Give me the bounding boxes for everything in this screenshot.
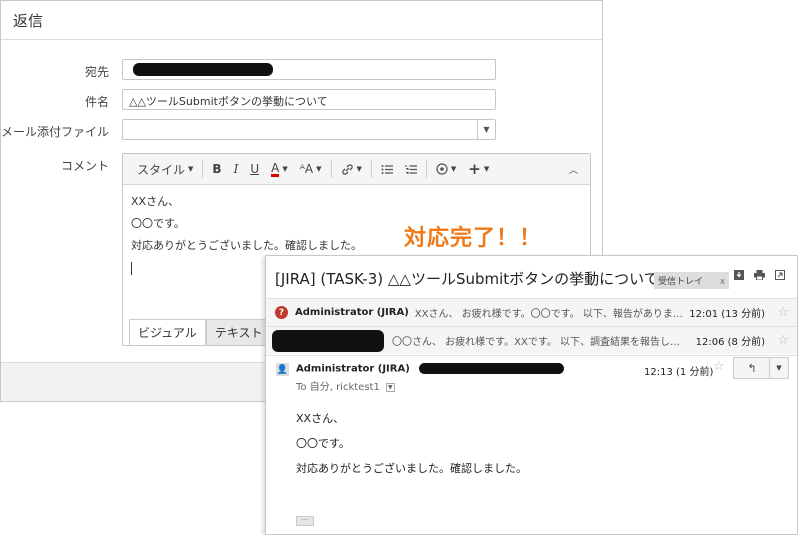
link-button[interactable]: ▼ bbox=[335, 154, 368, 184]
message-sender: Administrator (JIRA) bbox=[295, 307, 409, 318]
email-view: [JIRA] (TASK-3) △△ツールSubmitボタンの挙動について 受信… bbox=[265, 255, 798, 535]
print-icon-glyph bbox=[754, 270, 765, 281]
media-icon bbox=[436, 163, 448, 175]
chevron-down-icon: ▼ bbox=[776, 364, 782, 372]
bold-button[interactable]: B bbox=[206, 154, 227, 184]
chevron-down-icon[interactable]: ▼ bbox=[386, 382, 395, 392]
attachment-select[interactable]: ▼ bbox=[122, 119, 496, 140]
text-color-button[interactable]: A ▼ bbox=[265, 154, 294, 184]
chevron-down-icon: ▼ bbox=[316, 165, 322, 173]
dialog-header: 返信 bbox=[1, 1, 602, 40]
message-snippet: 〇〇さん、 お疲れ様です。XXです。 以下、調査結果を報告し… bbox=[392, 337, 681, 348]
numbered-list-button[interactable] bbox=[399, 154, 423, 184]
reply-button[interactable]: ↰ bbox=[733, 357, 771, 379]
text-color-label: A bbox=[271, 160, 280, 177]
open-message-time: 12:13 (1 分前) bbox=[644, 367, 714, 378]
dialog-title: 返信 bbox=[13, 11, 44, 30]
email-subject: [JIRA] (TASK-3) △△ツールSubmitボタンの挙動について bbox=[275, 268, 682, 289]
message-time: 12:01 (13 分前) bbox=[689, 309, 765, 320]
email-subject-text: [JIRA] (TASK-3) △△ツールSubmitボタンの挙動について bbox=[275, 270, 659, 288]
reply-icon: ↰ bbox=[747, 361, 757, 375]
body-line: 対応ありがとうございました。確認しました。 bbox=[296, 462, 527, 475]
new-window-icon[interactable] bbox=[775, 270, 785, 283]
chevron-down-icon: ▼ bbox=[188, 165, 194, 173]
open-message-sender: Administrator (JIRA) bbox=[296, 363, 565, 375]
underline-button[interactable]: U bbox=[244, 154, 265, 184]
open-message-header: 👤 Administrator (JIRA) To 自分, ricktest1 … bbox=[266, 355, 797, 396]
to-field[interactable] bbox=[122, 59, 496, 80]
bullet-list-icon bbox=[381, 164, 393, 174]
toolbar-divider bbox=[425, 160, 427, 178]
recipients[interactable]: To 自分, ricktest1 ▼ bbox=[296, 378, 395, 393]
media-button[interactable]: ▼ bbox=[430, 154, 462, 184]
redacted-email bbox=[419, 363, 565, 374]
style-dropdown[interactable]: スタイル ▼ bbox=[131, 154, 199, 184]
font-size-label: ᴬA bbox=[299, 162, 314, 176]
more-actions-button[interactable]: ▼ bbox=[769, 357, 789, 379]
redacted-sender bbox=[272, 329, 384, 352]
recipients-text: To 自分, ricktest1 bbox=[296, 382, 380, 393]
to-label: 宛先 bbox=[84, 65, 109, 79]
thread-message-row[interactable]: ? Administrator (JIRA) XXさん、 お疲れ様です。〇〇です… bbox=[266, 298, 797, 326]
download-icon[interactable] bbox=[734, 270, 744, 283]
numbered-list-icon bbox=[405, 164, 417, 174]
insert-more-button[interactable]: + ▼ bbox=[462, 154, 495, 184]
sender-name: Administrator (JIRA) bbox=[296, 363, 410, 375]
email-actions bbox=[734, 270, 785, 283]
chevron-down-icon: ▼ bbox=[356, 165, 362, 173]
subject-label: 件名 bbox=[84, 95, 109, 109]
new-window-icon-glyph bbox=[775, 270, 785, 280]
attachment-label: メール添付ファイル bbox=[0, 125, 109, 139]
body-line: 〇〇です。 bbox=[296, 437, 350, 450]
avatar-icon: 👤 bbox=[276, 363, 289, 376]
font-size-button[interactable]: ᴬA ▼ bbox=[294, 154, 328, 184]
toolbar-divider bbox=[202, 160, 204, 178]
open-message-body: XXさん、 〇〇です。 対応ありがとうございました。確認しました。 bbox=[296, 406, 527, 481]
comment-label: コメント bbox=[60, 159, 109, 173]
style-label: スタイル bbox=[137, 162, 186, 177]
editor-toolbar: スタイル ▼ B I U A ▼ ᴬA ▼ ▼ ▼ + ▼ ︿ bbox=[123, 154, 590, 185]
message-snippet: XXさん、 お疲れ様です。〇〇です。 以下、報告がありま… bbox=[414, 309, 683, 320]
unknown-sender-icon: ? bbox=[275, 306, 288, 319]
italic-button[interactable]: I bbox=[228, 154, 245, 184]
star-icon[interactable]: ☆ bbox=[777, 305, 789, 320]
thread-message-row[interactable]: 〇〇さん、 お疲れ様です。XXです。 以下、調査結果を報告し… 12:06 (8… bbox=[266, 326, 797, 354]
inbox-label-chip[interactable]: 受信トレイ x bbox=[654, 272, 730, 289]
close-icon[interactable]: x bbox=[720, 277, 725, 287]
redacted-recipient bbox=[133, 63, 273, 76]
toolbar-divider bbox=[330, 160, 332, 178]
inbox-chip-text: 受信トレイ bbox=[658, 277, 704, 287]
body-line: XXさん、 bbox=[296, 412, 345, 425]
editor-tabs: ビジュアル テキスト bbox=[129, 319, 272, 345]
chevron-down-icon[interactable]: ▼ bbox=[477, 120, 495, 139]
subject-field[interactable]: △△ツールSubmitボタンの挙動について bbox=[122, 89, 496, 110]
tab-text[interactable]: テキスト bbox=[205, 319, 272, 345]
link-icon bbox=[341, 163, 353, 175]
plus-icon: + bbox=[468, 160, 481, 178]
bullet-list-button[interactable] bbox=[375, 154, 399, 184]
text-cursor bbox=[131, 262, 132, 275]
toolbar-divider bbox=[370, 160, 372, 178]
collapse-icon[interactable]: ︿ bbox=[563, 154, 584, 184]
print-icon[interactable] bbox=[754, 270, 765, 283]
show-trimmed-content-button[interactable]: ··· bbox=[296, 516, 314, 526]
chevron-down-icon: ▼ bbox=[282, 165, 288, 173]
completion-annotation: 対応完了！！ bbox=[404, 226, 543, 251]
star-icon[interactable]: ☆ bbox=[713, 359, 725, 374]
editor-line: XXさん、 bbox=[131, 195, 180, 208]
download-icon-glyph bbox=[734, 270, 744, 280]
message-time: 12:06 (8 分前) bbox=[695, 337, 765, 348]
chevron-down-icon: ▼ bbox=[483, 165, 490, 173]
star-icon[interactable]: ☆ bbox=[777, 333, 789, 348]
chevron-down-icon: ▼ bbox=[450, 165, 457, 173]
tab-visual[interactable]: ビジュアル bbox=[129, 319, 206, 345]
